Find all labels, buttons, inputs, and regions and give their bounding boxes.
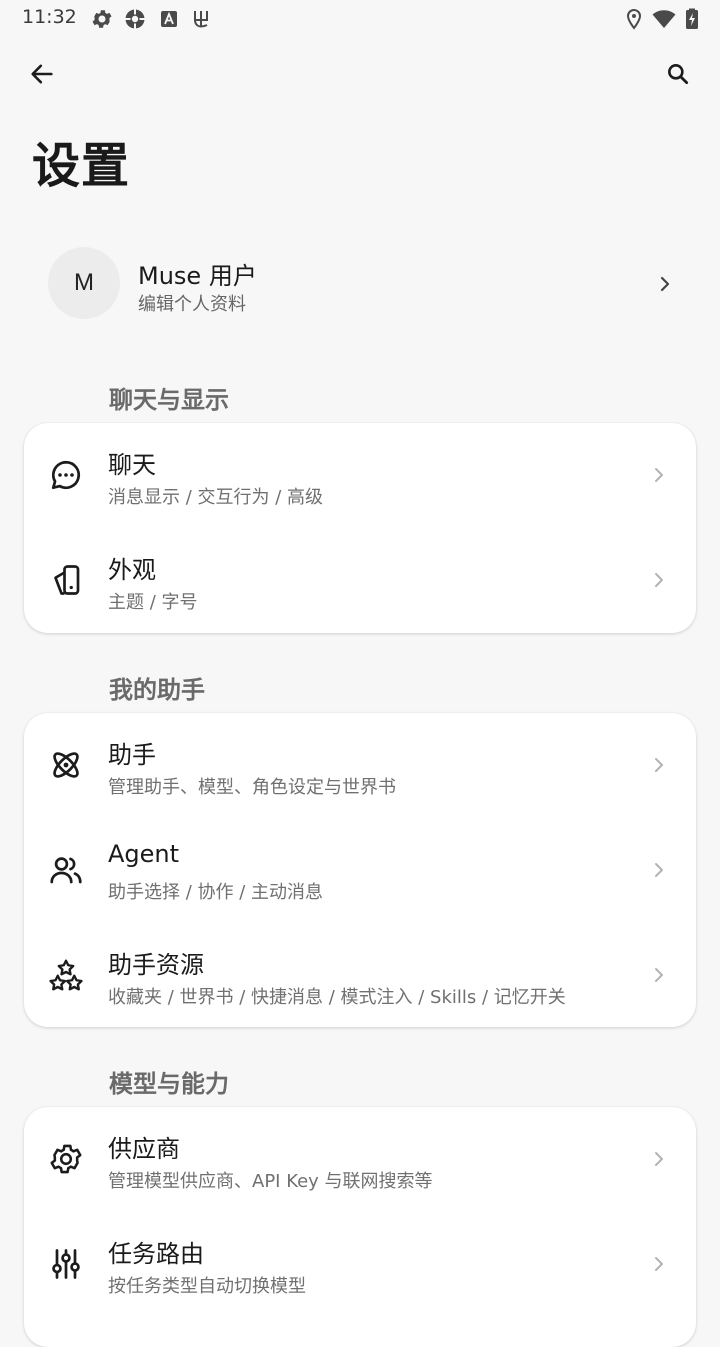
item-title: 外观	[108, 556, 156, 584]
profile-name: Muse 用户	[138, 262, 257, 290]
bug-status-icon	[194, 11, 208, 28]
settings-card-my-assistant: 助手 管理助手、模型、角色设定与世界书 Agent 助手选择 / 协作 / 主动…	[24, 713, 696, 1027]
chevron-right-icon	[655, 758, 663, 772]
item-title: 助手资源	[108, 951, 204, 979]
keyboard-status-icon	[161, 11, 177, 27]
shapes-icon	[49, 959, 83, 991]
sync-status-icon	[125, 9, 145, 29]
settings-item-appearance[interactable]: 外观 主题 / 字号	[24, 528, 696, 633]
search-button[interactable]	[654, 50, 702, 98]
settings-card-chat-display: 聊天 消息显示 / 交互行为 / 高级 外观 主题 / 字号	[24, 423, 696, 633]
status-bar: 11:32	[0, 0, 720, 38]
wifi-status-icon	[652, 10, 676, 28]
settings-status-icon	[92, 10, 112, 28]
item-subtitle: 消息显示 / 交互行为 / 高级	[108, 487, 324, 508]
profile-subtitle: 编辑个人资料	[138, 294, 246, 315]
chevron-right-icon	[655, 1152, 663, 1166]
item-subtitle: 收藏夹 / 世界书 / 快捷消息 / 模式注入 / Skills / 记忆开关	[108, 987, 566, 1008]
item-title: 聊天	[108, 451, 156, 479]
chevron-right-icon	[655, 968, 663, 982]
item-subtitle: 主题 / 字号	[108, 592, 198, 613]
settings-item-chat[interactable]: 聊天 消息显示 / 交互行为 / 高级	[24, 423, 696, 528]
settings-item-agent[interactable]: Agent 助手选择 / 协作 / 主动消息	[24, 818, 696, 923]
chevron-right-icon	[660, 276, 670, 292]
chevron-right-icon	[655, 863, 663, 877]
item-subtitle: 助手选择 / 协作 / 主动消息	[108, 882, 324, 903]
avatar: M	[48, 247, 120, 319]
item-title: 任务路由	[108, 1240, 204, 1268]
chat-bubble-icon	[51, 460, 81, 490]
location-status-icon	[626, 8, 642, 30]
back-button[interactable]	[18, 50, 66, 98]
item-subtitle: 管理助手、模型、角色设定与世界书	[108, 777, 396, 798]
status-time: 11:32	[22, 6, 77, 28]
settings-item-assistant-resources[interactable]: 助手资源 收藏夹 / 世界书 / 快捷消息 / 模式注入 / Skills / …	[24, 923, 696, 1027]
item-subtitle: 管理模型供应商、API Key 与联网搜索等	[108, 1171, 433, 1192]
people-icon	[50, 857, 82, 884]
settings-item-task-routing[interactable]: 任务路由 按任务类型自动切换模型	[24, 1212, 696, 1317]
chevron-right-icon	[655, 1257, 663, 1271]
battery-status-icon	[686, 8, 698, 29]
item-subtitle: 按任务类型自动切换模型	[108, 1276, 306, 1297]
gear-icon	[50, 1144, 82, 1174]
section-header-my-assistant: 我的助手	[109, 676, 205, 704]
settings-item-providers[interactable]: 供应商 管理模型供应商、API Key 与联网搜索等	[24, 1107, 696, 1212]
page-title: 设置	[32, 138, 131, 194]
item-title: Agent	[108, 840, 180, 868]
atom-icon	[53, 752, 79, 778]
profile-row[interactable]: M Muse 用户 编辑个人资料	[24, 238, 696, 330]
chevron-right-icon	[655, 573, 663, 587]
arrow-back-icon	[31, 64, 53, 84]
settings-card-models-capabilities: 供应商 管理模型供应商、API Key 与联网搜索等 任务路由 按任务类型自动切…	[24, 1107, 696, 1347]
settings-item-assistant[interactable]: 助手 管理助手、模型、角色设定与世界书	[24, 713, 696, 818]
item-title: 助手	[108, 741, 156, 769]
section-header-models-capabilities: 模型与能力	[109, 1070, 229, 1098]
app-bar	[0, 46, 720, 102]
section-header-chat-display: 聊天与显示	[109, 386, 229, 414]
search-icon	[668, 64, 689, 85]
item-title: 供应商	[108, 1135, 180, 1163]
sliders-icon	[52, 1249, 80, 1279]
appearance-icon	[54, 565, 80, 595]
chevron-right-icon	[655, 468, 663, 482]
